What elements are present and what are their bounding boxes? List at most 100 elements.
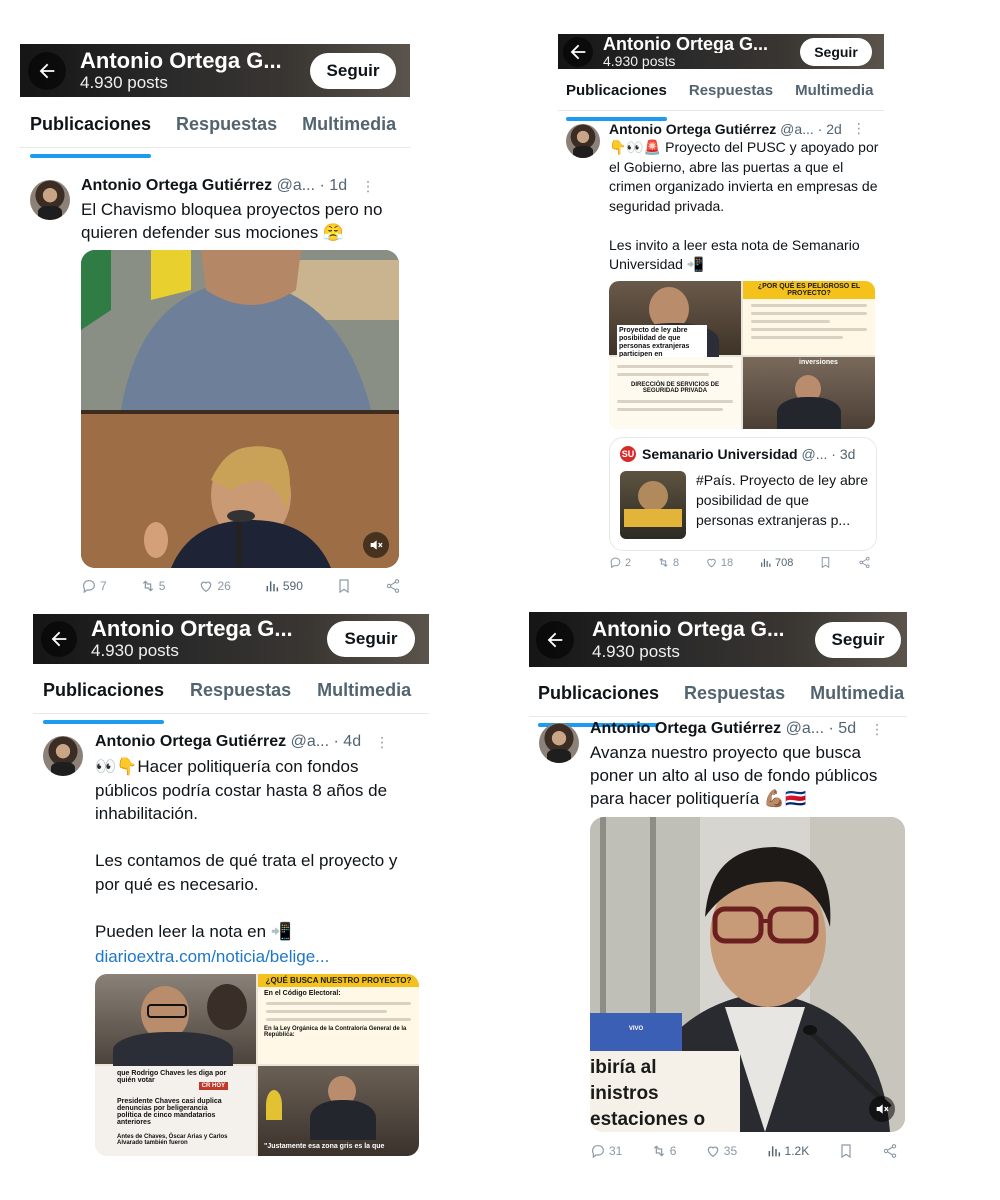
quote-text: #País. Proyecto de ley abre posibilidad … [696,472,868,528]
reply-count: 7 [100,579,107,593]
follow-button[interactable]: Seguir [800,37,872,66]
quote-source[interactable]: Semanario Universidad [642,446,798,462]
tab-multimedia[interactable]: Multimedia [302,114,396,147]
more-icon[interactable]: ⋮ [870,721,884,738]
avatar[interactable] [566,124,600,158]
follow-button[interactable]: Seguir [310,52,396,89]
bookmark-button[interactable] [819,556,832,569]
author-name[interactable]: Antonio Ortega Gutiérrez [590,720,781,738]
reply-button[interactable]: 31 [590,1143,622,1159]
infographic-quote: "Justamente esa zona gris es la que [264,1143,385,1150]
views-button[interactable]: 708 [759,556,793,569]
tweet-time[interactable]: · 5d [829,720,857,738]
profile-panel-3: Antonio Ortega G... 4.930 posts Seguir P… [33,614,429,1164]
quote-tweet[interactable]: SU Semanario Universidad @... · 3d #País… [609,437,877,551]
share-icon [859,556,870,569]
semanario-logo-icon: SU [620,446,636,462]
like-button[interactable]: 35 [705,1143,737,1159]
tweet-text: El Chavismo bloquea proyectos pero no qu… [81,200,383,242]
author-name[interactable]: Antonio Ortega Gutiérrez [609,121,776,137]
profile-tabs: Publicaciones Respuestas Multimedia [20,114,410,158]
more-icon[interactable]: ⋮ [375,734,389,751]
back-button[interactable] [536,620,574,659]
back-button[interactable] [28,51,66,90]
author-handle[interactable]: @a... [786,720,824,738]
tab-respuestas[interactable]: Respuestas [689,82,773,110]
tweet-image-grid[interactable]: Proyecto de ley abre posibilidad de que … [609,281,875,429]
tab-multimedia[interactable]: Multimedia [810,683,904,716]
tweet-time[interactable]: · 4d [334,733,362,751]
photo-legislator [95,974,256,1072]
author-handle[interactable]: @a... [780,121,814,137]
tab-respuestas[interactable]: Respuestas [176,114,277,147]
tab-publicaciones[interactable]: Publicaciones [538,683,660,727]
tab-multimedia[interactable]: Multimedia [795,82,873,110]
profile-header: Antonio Ortega G... 4.930 posts Seguir [558,34,884,69]
retweet-button[interactable]: 8 [657,556,679,569]
tab-publicaciones[interactable]: Publicaciones [43,680,165,724]
profile-tabs: Publicaciones Respuestas Multimedia [529,683,907,727]
infographic-panel: DIRECCIÓN DE SERVICIOS DE SEGURIDAD PRIV… [609,357,741,429]
tweet-image-grid[interactable]: ¿QUÉ BUSCA NUESTRO PROYECTO? En el Códig… [95,974,419,1156]
author-name[interactable]: Antonio Ortega Gutiérrez [95,733,286,751]
tab-respuestas[interactable]: Respuestas [190,680,291,713]
news-headline: Antes de Chaves, Óscar Arias y Carlos Al… [117,1134,228,1146]
retweet-button[interactable]: 6 [651,1143,676,1159]
mute-button[interactable] [869,1096,895,1122]
tab-publicaciones[interactable]: Publicaciones [30,114,152,158]
tweet-time[interactable]: · 2d [818,121,842,137]
bookmark-button[interactable] [838,1143,854,1159]
back-button[interactable] [41,621,77,657]
follow-button[interactable]: Seguir [327,621,415,657]
author-handle[interactable]: @a... [277,177,315,195]
author-name[interactable]: Antonio Ortega Gutiérrez [81,177,272,195]
heart-icon [201,581,212,593]
post-count: 4.930 posts [603,52,676,69]
more-icon[interactable]: ⋮ [361,178,375,195]
views-button[interactable]: 590 [264,578,303,594]
news-clippings: que Rodrigo Chaves les diga por quién vo… [95,1066,256,1156]
like-button[interactable]: 18 [705,556,733,569]
mute-button[interactable] [363,532,389,558]
post-count: 4.930 posts [91,641,179,660]
tweet-time[interactable]: · 1d [320,177,348,195]
avatar[interactable] [43,736,83,776]
infographic-title: ¿POR QUÉ ES PELIGROSO EL PROYECTO? [743,281,875,299]
arrow-left-icon [39,63,55,78]
tweet-link[interactable]: diarioextra.com/noticia/belige... [95,945,329,968]
views-count: 708 [774,556,794,569]
tweet-actions: 31 6 35 1.2K [590,1143,898,1159]
reply-count: 31 [609,1144,623,1158]
share-button[interactable] [858,556,871,569]
avatar[interactable] [539,723,579,763]
share-button[interactable] [385,578,401,594]
like-button[interactable]: 26 [198,578,231,594]
tab-respuestas[interactable]: Respuestas [684,683,785,716]
video-caption: ibiría al inistros estaciones o [590,1051,740,1132]
more-icon[interactable]: ⋮ [852,120,866,137]
reply-button[interactable]: 7 [81,578,107,594]
reply-button[interactable]: 2 [609,556,631,569]
share-button[interactable] [882,1143,898,1159]
heart-icon [707,558,716,568]
back-button[interactable] [563,36,593,67]
bookmark-button[interactable] [336,578,352,594]
views-button[interactable]: 1.2K [766,1143,810,1159]
reply-count: 2 [625,556,632,569]
photo-assembly: "Justamente esa zona gris es la que [258,1066,419,1156]
tab-multimedia[interactable]: Multimedia [317,680,411,713]
tweet-video[interactable]: VIVO ibiría al inistros estaciones o [590,817,905,1132]
quote-header: SU Semanario Universidad @... · 3d [620,446,855,462]
tweet-video[interactable] [81,250,399,568]
author-handle[interactable]: @a... [291,733,329,751]
tab-publicaciones[interactable]: Publicaciones [566,82,667,121]
retweet-button[interactable]: 5 [140,578,165,594]
video-frame [81,250,399,568]
retweet-count: 8 [672,556,680,569]
views-count: 1.2K [784,1144,810,1158]
share-icon [386,579,400,593]
tweet-actions: 7 5 26 590 [81,578,401,594]
like-count: 35 [723,1144,738,1158]
avatar[interactable] [30,180,70,220]
follow-button[interactable]: Seguir [815,621,901,658]
